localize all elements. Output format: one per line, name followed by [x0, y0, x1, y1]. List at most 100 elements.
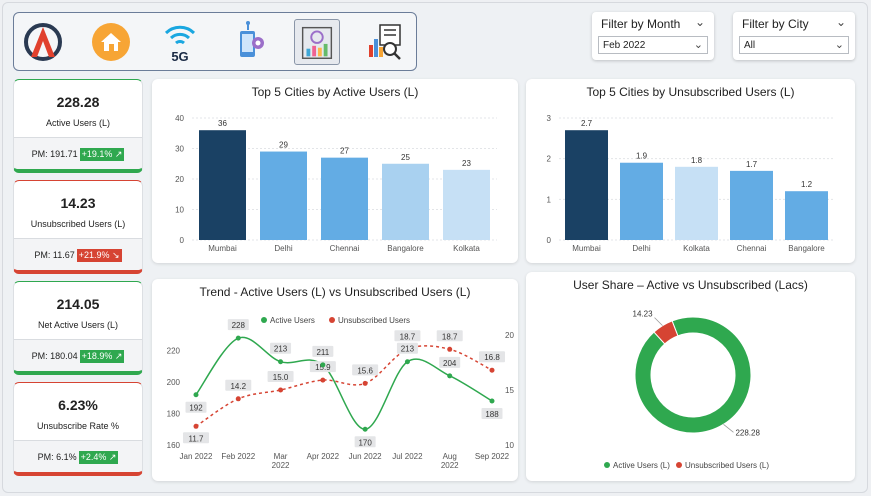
x-tick-label: Mumbai [208, 244, 237, 253]
bar [620, 162, 663, 240]
legend-marker-unsubscribed [329, 317, 335, 323]
x-tick-label: Kolkata [453, 244, 480, 253]
chevron-down-icon[interactable]: ⌄ [695, 15, 705, 29]
kpi-change-badge: +21.9% ↘ [76, 248, 122, 262]
5g-icon[interactable]: 5G [157, 19, 203, 65]
kpi-label: Net Active Users (L) [37, 320, 119, 330]
chevron-down-icon: ⌄ [693, 39, 703, 51]
user-share-donut-chart-svg: 228.28 14.23 Active Users (L) Unsubscribed … [604, 310, 769, 470]
data-label-unsubscribed: 11.7 [189, 434, 205, 443]
city-select[interactable]: All ⌄ [739, 36, 849, 54]
data-point-unsubscribed [362, 380, 368, 386]
kpi-card-active-users[interactable]: 228.28 Active Users (L) PM: 191.71 +19.1… [13, 79, 143, 173]
data-label-active: 204 [443, 359, 457, 368]
data-point-unsubscribed [278, 387, 284, 393]
5g-text: 5G [171, 49, 188, 64]
logo-icon[interactable] [20, 19, 66, 65]
x-tick-label: Chennai [330, 244, 360, 253]
x-tick-label: Bangalore [788, 244, 825, 253]
y-tick-label: 0 [180, 236, 185, 245]
kpi-card-unsubscribed-users[interactable]: 14.23 Unsubscribed Users (L) PM: 11.67 +… [13, 180, 143, 274]
kpi-previous-month: PM: 191.71 [31, 149, 78, 159]
active-users-bar-chart-svg: 0 10 20 30 40 36 Mumbai 29 Delhi 27 Chennai 25 Banga… [175, 114, 497, 253]
y-tick-label-left: 220 [167, 347, 181, 356]
bar-value-label: 1.2 [801, 180, 813, 189]
x-tick-label: Chennai [737, 244, 767, 253]
data-point-active [404, 359, 410, 365]
month-filter-title: Filter by Month [601, 17, 681, 31]
y-tick-label-right: 20 [505, 331, 514, 340]
x-tick-label: Delhi [274, 244, 292, 253]
x-tick-label: Aug [443, 452, 457, 461]
kpi-value: 214.05 [56, 296, 100, 312]
legend-label-active: Active Users (L) [613, 461, 670, 470]
y-tick-label-left: 160 [167, 441, 181, 450]
y-tick-label: 2 [547, 155, 552, 164]
data-point-unsubscribed [235, 396, 241, 402]
y-tick-label: 30 [175, 145, 184, 154]
data-label-active: 188 [485, 410, 499, 419]
bar [730, 170, 773, 240]
bar-value-label: 2.7 [581, 119, 593, 128]
kpi-footer: PM: 6.1% +2.4% ↗ [14, 440, 142, 472]
report-search-icon[interactable] [362, 19, 408, 65]
home-icon[interactable] [88, 19, 134, 65]
data-label-unsubscribed: 16.8 [484, 353, 500, 362]
kpi-previous-month: PM: 6.1% [37, 452, 77, 462]
bar [443, 169, 490, 240]
phone-settings-icon[interactable] [226, 19, 272, 65]
data-label-active: 211 [316, 348, 329, 357]
unsubscribed-users-bar-chart: Top 5 Cities by Unsubscribed Users (L) 0… [526, 79, 855, 263]
x-tick-label: Bangalore [387, 244, 424, 253]
y-tick-label: 3 [547, 114, 552, 123]
bar [321, 157, 368, 240]
kpi-change-badge: +18.9% ↗ [79, 349, 125, 363]
legend-marker-active [604, 462, 610, 468]
x-tick-label: Mumbai [572, 244, 601, 253]
kpi-card-unsubscribe-rate[interactable]: 6.23% Unsubscribe Rate % PM: 6.1% +2.4% … [13, 382, 143, 476]
x-tick-label: Jan 2022 [180, 452, 213, 461]
data-label-unsubscribed: 15.0 [273, 373, 289, 382]
bar-value-label: 27 [340, 147, 349, 156]
y-tick-label-left: 180 [167, 410, 181, 419]
x-tick-label: Sep 2022 [475, 452, 510, 461]
chevron-down-icon: ⌄ [834, 39, 844, 51]
user-share-donut-chart: User Share – Active vs Unsubscribed (Lac… [526, 272, 855, 481]
city-filter-title: Filter by City [742, 17, 809, 31]
y-tick-label: 40 [175, 114, 184, 123]
data-point-unsubscribed [489, 367, 495, 373]
kpi-footer: PM: 180.04 +18.9% ↗ [14, 339, 142, 371]
slice-label-active: 228.28 [735, 428, 760, 437]
data-point-active [193, 392, 199, 398]
data-point-active [447, 373, 453, 379]
legend-label-active: Active Users [270, 316, 315, 325]
data-point-active [320, 362, 326, 368]
y-tick-label: 20 [175, 175, 184, 184]
data-point-active [362, 426, 368, 432]
kpi-change-badge: +19.1% ↗ [79, 147, 125, 161]
analytics-icon[interactable] [294, 19, 340, 65]
x-tick-label: Feb 2022 [221, 452, 255, 461]
y-tick-label: 0 [547, 236, 552, 245]
data-label-active: 170 [358, 438, 372, 447]
kpi-label: Unsubscribe Rate % [36, 421, 120, 431]
data-label-unsubscribed: 14.2 [230, 382, 246, 391]
trend-line-chart-svg: 160180200220101520Jan 2022 Feb 2022 Mar202… [167, 316, 515, 470]
legend-label-unsubscribed: Unsubscribed Users [338, 316, 410, 325]
bar [199, 130, 246, 240]
bar-value-label: 1.9 [636, 152, 648, 161]
bar-value-label: 1.8 [691, 156, 703, 165]
x-tick-label: Kolkata [683, 244, 710, 253]
y-tick-label-right: 15 [505, 386, 514, 395]
month-select[interactable]: Feb 2022 ⌄ [598, 36, 708, 54]
data-label-unsubscribed: 18.7 [442, 332, 458, 341]
kpi-value: 6.23% [58, 397, 98, 413]
data-label-active: 192 [189, 404, 203, 413]
data-label-unsubscribed: 15.6 [357, 366, 373, 375]
x-tick-label: 2022 [272, 461, 290, 470]
chevron-down-icon[interactable]: ⌄ [836, 15, 846, 29]
leader-line [654, 317, 663, 326]
y-tick-label-left: 200 [167, 378, 181, 387]
active-users-bar-chart: Top 5 Cities by Active Users (L) 0 10 20 30… [152, 79, 518, 263]
kpi-card-net-active-users[interactable]: 214.05 Net Active Users (L) PM: 180.04 +… [13, 281, 143, 375]
